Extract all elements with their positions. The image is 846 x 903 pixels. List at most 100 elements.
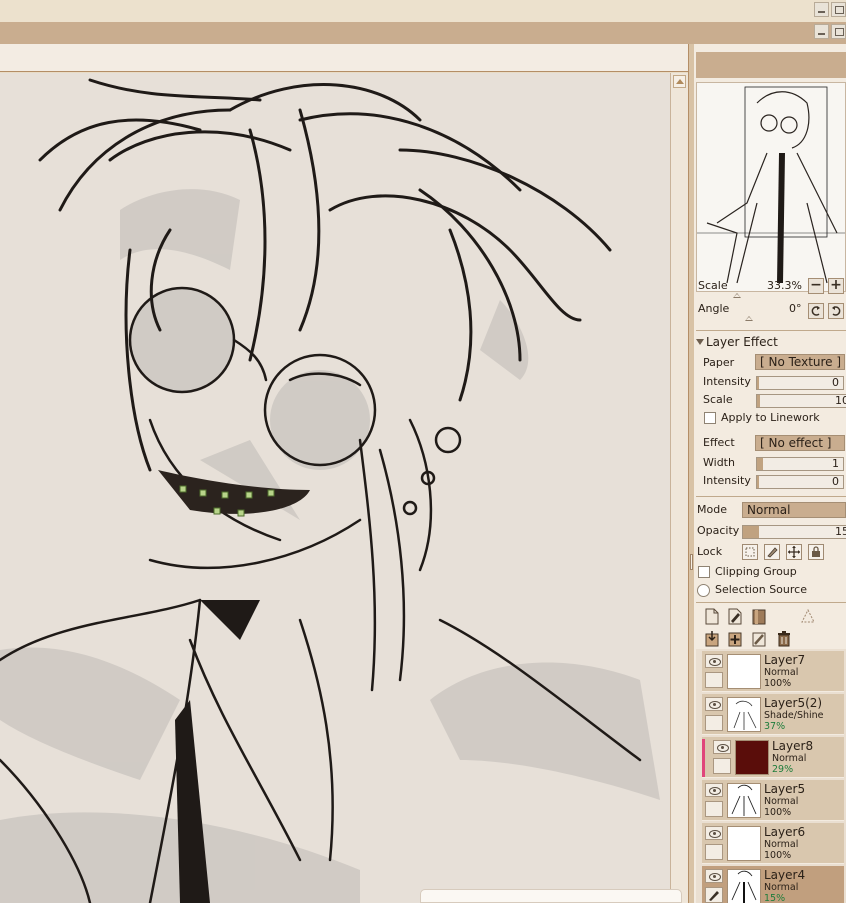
layer-name: Layer4	[764, 868, 806, 882]
effect-intensity-value: 0	[832, 475, 839, 488]
new-layer-icon[interactable]	[704, 608, 720, 625]
layer-item[interactable]: Layer4 Normal 15%	[702, 866, 844, 903]
effect-label: Effect	[703, 436, 735, 449]
layer-select-box[interactable]	[705, 801, 723, 817]
paper-intensity-slider[interactable]: 0	[756, 376, 844, 390]
scroll-up-arrow-icon[interactable]	[673, 75, 686, 88]
layer-select-box[interactable]	[705, 844, 723, 860]
layer-mode: Normal	[764, 882, 799, 893]
rotate-right-icon[interactable]	[828, 303, 844, 319]
restore-icon[interactable]	[831, 2, 846, 17]
effect-select[interactable]: [ No effect ]	[755, 435, 845, 451]
lock-paint-icon[interactable]	[764, 544, 780, 560]
clear-layer-icon[interactable]	[751, 630, 767, 647]
layer-select-box[interactable]	[705, 672, 723, 688]
layer-mode: Shade/Shine	[764, 710, 824, 721]
layer-item[interactable]: Layer6 Normal 100%	[702, 823, 844, 864]
layer-thumbnail	[727, 654, 761, 689]
mode-label: Mode	[697, 503, 727, 516]
floating-tab[interactable]	[420, 889, 682, 903]
lock-move-icon[interactable]	[786, 544, 802, 560]
navigator-thumbnail	[697, 86, 845, 284]
layer-mode: Normal	[764, 839, 799, 850]
rotate-left-icon[interactable]	[808, 303, 824, 319]
clipping-group-label: Clipping Group	[715, 565, 797, 578]
layer-item[interactable]: Layer8 Normal 29%	[702, 737, 844, 778]
layer-opacity: 100%	[764, 678, 792, 689]
layer-select-box[interactable]	[713, 758, 731, 774]
layer-thumbnail	[735, 740, 769, 775]
visibility-eye-icon[interactable]	[713, 740, 731, 754]
zoom-out-icon[interactable]: −	[808, 278, 824, 294]
visibility-eye-icon[interactable]	[705, 826, 723, 840]
layer-thumbnail	[727, 826, 761, 861]
layer-select-box[interactable]	[705, 715, 723, 731]
paper-texture-select[interactable]: [ No Texture ]	[755, 354, 845, 370]
separator	[696, 330, 846, 331]
paper-scale-label: Scale	[703, 393, 733, 406]
canvas-tab-strip	[0, 44, 690, 72]
lock-transparency-icon[interactable]	[742, 544, 758, 560]
right-panel: Scale 33.3% − + Angle 0° Layer Effect Pa…	[694, 44, 846, 903]
nav-scale-value: 33.3%	[767, 279, 802, 292]
layer-item[interactable]: Layer5(2) Shade/Shine 37%	[702, 694, 844, 735]
apply-to-linework-checkbox[interactable]	[704, 412, 716, 424]
layer-thumbnail	[727, 697, 761, 732]
opacity-slider[interactable]: 15	[742, 525, 846, 539]
splitter-grip[interactable]	[690, 554, 693, 570]
paper-intensity-label: Intensity	[703, 375, 751, 388]
opacity-value: 15	[835, 525, 846, 538]
minimize-icon[interactable]	[814, 24, 829, 39]
layer-thumbnail	[727, 869, 761, 903]
layer-name: Layer5	[764, 782, 806, 796]
merge-visible-icon[interactable]	[727, 630, 743, 647]
navigator-header	[696, 52, 846, 78]
zoom-in-icon[interactable]: +	[828, 278, 844, 294]
separator	[696, 602, 846, 603]
apply-to-linework-label: Apply to Linework	[721, 411, 820, 424]
layer-name: Layer6	[764, 825, 806, 839]
angle-slider-handle[interactable]	[745, 316, 753, 321]
minimize-icon[interactable]	[814, 2, 829, 17]
opacity-label: Opacity	[697, 524, 740, 537]
blend-mode-select[interactable]: Normal	[742, 502, 846, 518]
navigator-preview[interactable]	[696, 82, 846, 292]
collapse-arrow-icon[interactable]	[696, 339, 704, 345]
layer-thumbnail	[727, 783, 761, 818]
merge-down-icon[interactable]	[704, 630, 720, 647]
scale-slider-handle[interactable]	[733, 293, 741, 298]
visibility-eye-icon[interactable]	[705, 654, 723, 668]
paper-scale-slider[interactable]: 10	[756, 394, 846, 408]
layer-name: Layer7	[764, 653, 806, 667]
title-strip	[0, 0, 846, 22]
selection-layer-icon[interactable]	[800, 608, 816, 625]
clipping-group-checkbox[interactable]	[698, 566, 710, 578]
visibility-eye-icon[interactable]	[705, 783, 723, 797]
effect-width-slider[interactable]: 1	[756, 457, 844, 471]
new-linework-layer-icon[interactable]	[727, 608, 743, 625]
effect-intensity-label: Intensity	[703, 474, 751, 487]
delete-layer-icon[interactable]	[776, 630, 792, 647]
layer-item[interactable]: Layer7 Normal 100%	[702, 651, 844, 692]
effect-intensity-slider[interactable]: 0	[756, 475, 844, 489]
effect-width-label: Width	[703, 456, 735, 469]
separator	[696, 496, 846, 497]
layer-select-box[interactable]	[705, 887, 723, 903]
layer-item[interactable]: Layer5 Normal 100%	[702, 780, 844, 821]
new-folder-icon[interactable]	[751, 608, 767, 625]
drawing-canvas[interactable]	[0, 73, 670, 903]
sketch-artwork	[0, 78, 660, 903]
layer-opacity: 29%	[772, 764, 794, 775]
layer-mode: Normal	[764, 796, 799, 807]
visibility-eye-icon[interactable]	[705, 697, 723, 711]
selection-source-radio[interactable]	[697, 584, 710, 597]
lock-all-icon[interactable]	[808, 544, 824, 560]
layer-name: Layer5(2)	[764, 696, 823, 710]
restore-icon[interactable]	[831, 24, 846, 39]
paper-label: Paper	[703, 356, 735, 369]
layer-opacity: 15%	[764, 893, 786, 903]
canvas-vertical-scrollbar[interactable]	[670, 73, 688, 903]
layer-mode: Normal	[764, 667, 799, 678]
layer-effect-header[interactable]: Layer Effect	[706, 335, 778, 349]
visibility-eye-icon[interactable]	[705, 869, 723, 883]
